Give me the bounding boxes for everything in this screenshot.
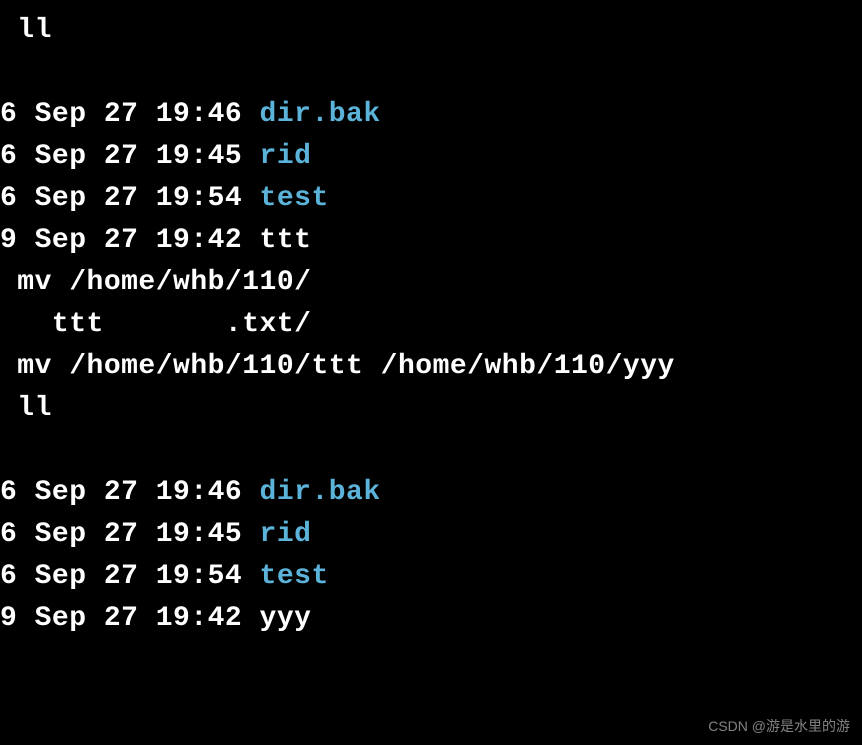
completion-line: ttt .txt/: [0, 304, 862, 346]
file-meta: 9 Sep 27 19:42: [0, 225, 260, 256]
command-line: mv /home/whb/110/ttt /home/whb/110/yyy: [0, 346, 862, 388]
command-line: mv /home/whb/110/: [0, 262, 862, 304]
file-name: rid: [260, 519, 312, 550]
file-meta: 6 Sep 27 19:45: [0, 141, 260, 172]
file-name: yyy: [260, 603, 312, 634]
command-line: ll: [0, 10, 862, 52]
command-text: ll: [0, 15, 52, 46]
file-meta: 6 Sep 27 19:54: [0, 183, 260, 214]
file-name: rid: [260, 141, 312, 172]
file-meta: 6 Sep 27 19:45: [0, 519, 260, 550]
file-meta: 9 Sep 27 19:42: [0, 603, 260, 634]
listing-row: 9 Sep 27 19:42 yyy: [0, 598, 862, 640]
command-line: ll: [0, 388, 862, 430]
command-text: mv /home/whb/110/: [0, 267, 311, 298]
listing-row: 6 Sep 27 19:54 test: [0, 556, 862, 598]
file-name: test: [260, 183, 329, 214]
listing-row: 6 Sep 27 19:54 test: [0, 178, 862, 220]
command-text: ll: [0, 393, 52, 424]
blank-line: [0, 52, 862, 94]
completion-text: ttt .txt/: [0, 309, 311, 340]
file-name: dir.bak: [260, 477, 381, 508]
file-meta: 6 Sep 27 19:54: [0, 561, 260, 592]
listing-row: 6 Sep 27 19:46 dir.bak: [0, 472, 862, 514]
listing-row: 6 Sep 27 19:46 dir.bak: [0, 94, 862, 136]
listing-row: 6 Sep 27 19:45 rid: [0, 136, 862, 178]
listing-row: 6 Sep 27 19:45 rid: [0, 514, 862, 556]
watermark-text: CSDN @游是水里的游: [708, 716, 850, 737]
file-name: dir.bak: [260, 99, 381, 130]
file-name: ttt: [260, 225, 312, 256]
blank-line: [0, 430, 862, 472]
file-meta: 6 Sep 27 19:46: [0, 477, 260, 508]
command-text: mv /home/whb/110/ttt /home/whb/110/yyy: [0, 351, 675, 382]
listing-row: 9 Sep 27 19:42 ttt: [0, 220, 862, 262]
file-name: test: [260, 561, 329, 592]
file-meta: 6 Sep 27 19:46: [0, 99, 260, 130]
